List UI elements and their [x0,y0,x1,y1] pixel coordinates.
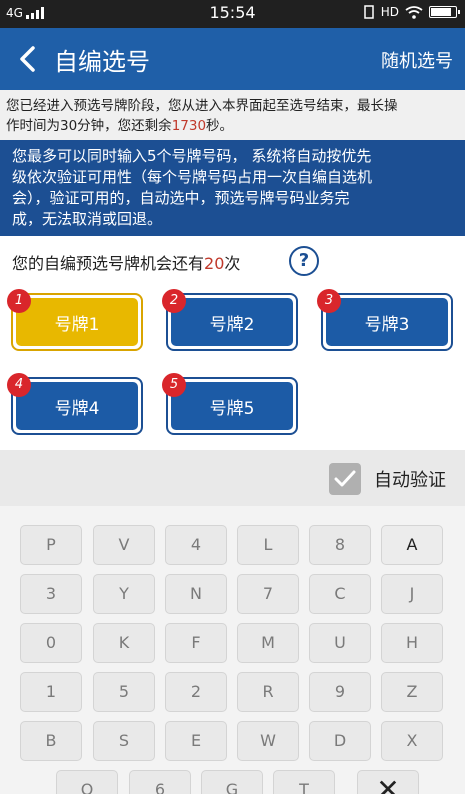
plate-slot-5[interactable]: 号牌5 5 [162,373,298,435]
time-notice: 您已经进入预选号牌阶段，您从进入本界面起至选号结束，最长操 作时间为30分钟，您… [0,90,465,140]
auto-verify-label: 自动验证 [374,470,446,491]
key[interactable]: 9 [309,672,371,712]
info-line-1: 您最多可以同时输入5个号牌号码， 系统将自动按优先 [12,147,372,165]
plate-slot-1[interactable]: 号牌1 1 [7,289,143,351]
notice-suffix: 秒。 [206,118,234,134]
notice-line-1: 您已经进入预选号牌阶段，您从进入本界面起至选号结束，最长操 [6,98,398,114]
status-icons: HD [363,5,460,19]
key[interactable]: X [381,721,443,761]
key[interactable]: M [237,623,299,663]
nav-bar: 自编选号 随机选号 [0,28,465,90]
chances-text: 您的自编预选号牌机会还有20次 [12,250,240,274]
key[interactable]: C [309,574,371,614]
plate-badge: 2 [162,289,186,313]
key[interactable]: L [237,525,299,565]
key[interactable]: Q [56,770,118,794]
plate-badge: 4 [7,373,31,397]
status-bar: 4G 15:54 HD [0,0,465,28]
plate-slot-2[interactable]: 号牌2 2 [162,289,298,351]
key[interactable]: Y [93,574,155,614]
key[interactable]: 1 [20,672,82,712]
key[interactable]: A [381,525,443,565]
key[interactable]: W [237,721,299,761]
plates-grid: 号牌1 1 号牌2 2 号牌3 3 号牌4 4 号牌5 5 [0,286,465,450]
key[interactable]: 3 [20,574,82,614]
plate-badge: 3 [317,289,341,313]
alarm-icon [363,5,374,19]
key[interactable]: E [165,721,227,761]
key[interactable]: J [381,574,443,614]
back-arrow-icon[interactable] [16,46,42,72]
key[interactable]: R [237,672,299,712]
key[interactable]: 0 [20,623,82,663]
notice-prefix: 作时间为30分钟，您还剩余 [6,118,172,134]
key[interactable]: 2 [165,672,227,712]
chances-count: 20 [204,254,225,273]
auto-verify-bar: 自动验证 [0,450,465,506]
hd-label: HD [380,5,399,19]
key[interactable]: U [309,623,371,663]
key[interactable]: S [93,721,155,761]
key[interactable]: N [165,574,227,614]
chances-suffix: 次 [224,254,241,273]
battery-icon [429,6,460,18]
notice-line-2: 作时间为30分钟，您还剩余1730秒。 [6,116,459,136]
remaining-seconds: 1730 [171,118,207,134]
plate-badge: 5 [162,373,186,397]
plate-slot-3[interactable]: 号牌3 3 [317,289,453,351]
help-icon[interactable]: ? [289,246,319,276]
key[interactable]: V [93,525,155,565]
plate-label: 号牌5 [171,382,293,430]
key[interactable]: 7 [237,574,299,614]
delete-key[interactable]: ✕ [357,770,419,794]
key[interactable]: D [309,721,371,761]
key[interactable]: K [93,623,155,663]
plate-label: 号牌2 [171,298,293,346]
plate-keyboard: P V 4 L 8 A 3 Y N 7 C J 0 K F M U H 1 5 … [0,506,465,794]
info-panel: 您最多可以同时输入5个号牌号码， 系统将自动按优先 级依次验证可用性（每个号牌号… [0,140,465,236]
key[interactable]: 5 [93,672,155,712]
plate-label: 号牌1 [16,298,138,346]
key[interactable]: F [165,623,227,663]
plate-badge: 1 [7,289,31,313]
wifi-icon [405,5,423,19]
plate-label: 号牌3 [326,298,448,346]
info-line-3: 会），验证可用的，自动选中，预选号牌号码业务完 [12,189,350,207]
key[interactable]: Z [381,672,443,712]
checkmark-icon [334,470,356,487]
page-title: 自编选号 [54,48,150,76]
random-select-button[interactable]: 随机选号 [381,47,453,73]
key[interactable]: 6 [129,770,191,794]
chances-row: 您的自编预选号牌机会还有20次 [0,236,465,286]
plate-slot-4[interactable]: 号牌4 4 [7,373,143,435]
info-line-2: 级依次验证可用性（每个号牌号码占用一次自编自选机 [12,168,373,186]
key[interactable]: H [381,623,443,663]
auto-verify-checkbox[interactable] [329,463,361,495]
key[interactable]: T [273,770,335,794]
key[interactable]: G [201,770,263,794]
key[interactable]: 8 [309,525,371,565]
key[interactable]: P [20,525,82,565]
info-line-4: 成，无法取消或回退。 [12,210,163,228]
key[interactable]: 4 [165,525,227,565]
chances-prefix: 您的自编预选号牌机会还有 [12,254,205,273]
plate-label: 号牌4 [16,382,138,430]
key[interactable]: B [20,721,82,761]
